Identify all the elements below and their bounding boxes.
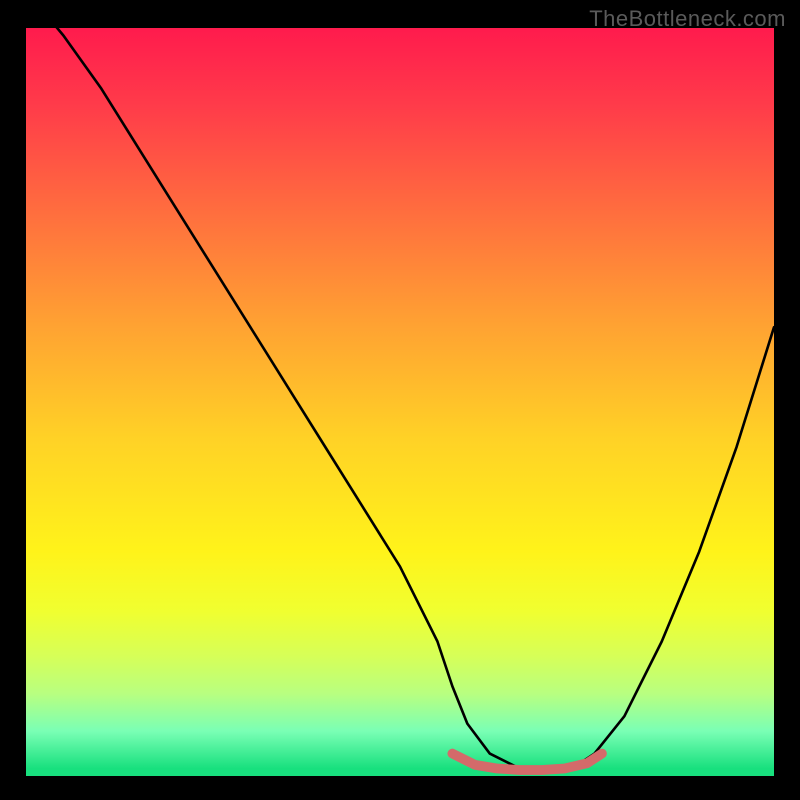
bottleneck-curve <box>26 28 774 769</box>
curve-layer <box>26 28 774 776</box>
watermark-text: TheBottleneck.com <box>589 6 786 32</box>
sweet-spot-band <box>452 754 602 770</box>
chart-frame: TheBottleneck.com <box>0 0 800 800</box>
plot-area <box>26 28 774 776</box>
